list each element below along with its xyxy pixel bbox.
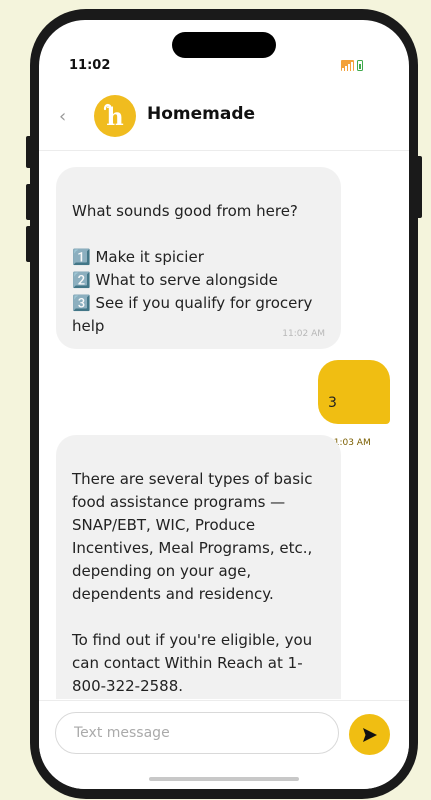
message-bubble-incoming: There are several types of basic food as… [56,435,341,699]
status-time: 11:02 [69,58,111,73]
signal-icon [341,60,354,71]
home-indicator [149,777,299,781]
message-list[interactable]: What sounds good from here? 1️⃣ Make it … [39,151,409,699]
homemade-logo-icon: h [103,102,124,131]
svg-text:h: h [106,102,123,131]
back-icon[interactable]: ‹ [59,106,66,127]
chat-header: ‹ h Homemade [39,90,409,151]
chat-title: Homemade [147,104,256,124]
message-text: What sounds good from here? 1️⃣ Make it … [72,202,313,335]
message-composer [39,700,409,789]
dynamic-island [172,32,276,58]
message-input[interactable] [55,712,339,754]
phone-frame: 11:02 ‹ h Homemade What sounds good from… [30,9,418,799]
status-icons [341,60,363,71]
message-text: There are several types of basic food as… [72,470,313,695]
message-text: 3 [328,395,337,411]
phone-screen: 11:02 ‹ h Homemade What sounds good from… [39,20,409,789]
message-bubble-incoming: What sounds good from here? 1️⃣ Make it … [56,167,341,349]
send-button[interactable] [349,714,390,755]
send-icon [362,727,377,742]
message-timestamp: 11:02 AM [282,329,325,339]
message-bubble-outgoing: 3 11:03 AM [318,360,390,448]
avatar: h [94,95,136,137]
battery-icon [357,60,363,71]
